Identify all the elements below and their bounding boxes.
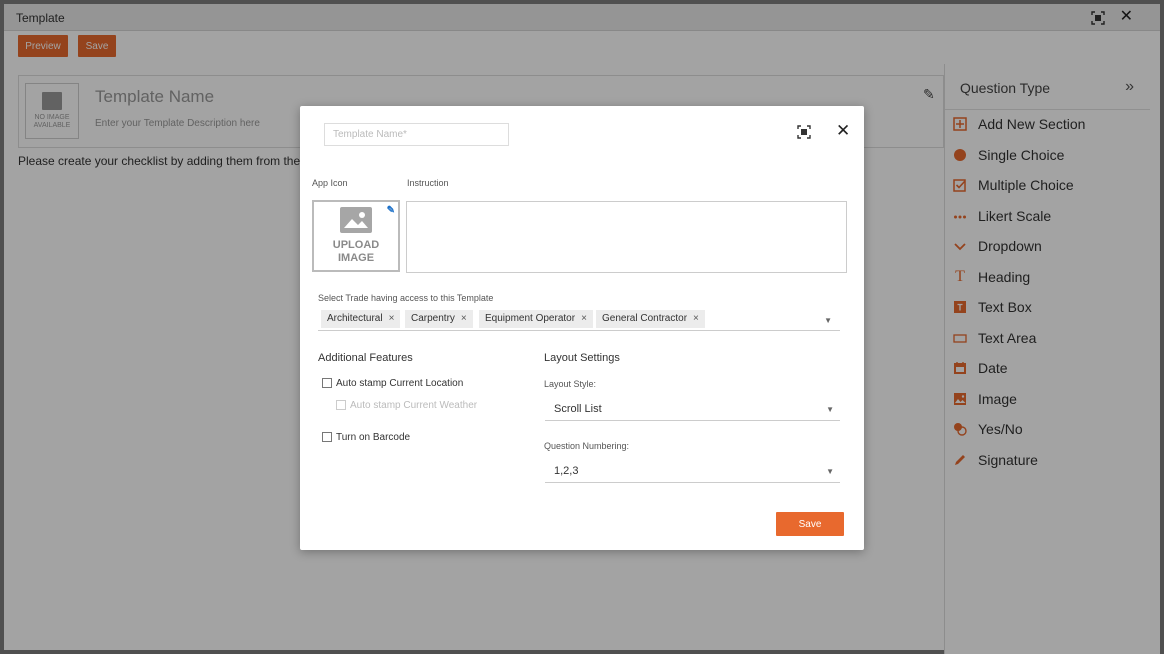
close-icon[interactable]: ✕: [836, 121, 850, 141]
trade-multiselect[interactable]: Architectural × Carpentry × Equipment Oper…: [318, 309, 840, 331]
chevron-down-icon[interactable]: ▼: [824, 316, 832, 325]
upload-image-text: UPLOAD IMAGE: [332, 239, 380, 264]
trade-chip[interactable]: Equipment Operator ×: [479, 310, 593, 328]
layout-style-label: Layout Style:: [544, 379, 597, 389]
trade-label: Select Trade having access to this Templ…: [318, 293, 494, 303]
template-name-input[interactable]: Template Name*: [324, 123, 509, 146]
question-numbering-label: Question Numbering:: [544, 441, 630, 451]
auto-stamp-location-label: Auto stamp Current Location: [336, 378, 464, 389]
maximize-icon[interactable]: [797, 125, 811, 139]
app-icon-label: App Icon: [312, 178, 348, 188]
question-numbering-select[interactable]: 1,2,3 ▼: [545, 461, 840, 483]
template-settings-dialog: Template Name* ✕ App Icon Instruction UP…: [300, 106, 864, 550]
remove-chip-icon[interactable]: ×: [693, 313, 699, 324]
remove-chip-icon[interactable]: ×: [389, 313, 395, 324]
modal-save-button[interactable]: Save: [776, 512, 844, 536]
trade-chip-label: Carpentry: [411, 313, 455, 324]
auto-stamp-weather-label: Auto stamp Current Weather: [350, 400, 478, 411]
edit-icon[interactable]: ✎: [387, 204, 395, 217]
instruction-label: Instruction: [407, 178, 449, 188]
auto-stamp-weather-checkbox[interactable]: [336, 400, 346, 410]
layout-settings-title: Layout Settings: [544, 352, 620, 364]
chevron-down-icon: ▼: [826, 405, 834, 414]
remove-chip-icon[interactable]: ×: [581, 313, 587, 324]
layout-style-value: Scroll List: [554, 403, 602, 415]
trade-chip[interactable]: Carpentry ×: [405, 310, 473, 328]
trade-chip-label: General Contractor: [602, 313, 688, 324]
additional-features-title: Additional Features: [318, 352, 413, 364]
barcode-checkbox[interactable]: [322, 432, 332, 442]
layout-style-select[interactable]: Scroll List ▼: [545, 399, 840, 421]
trade-chip[interactable]: Architectural ×: [321, 310, 401, 328]
trade-chip-label: Equipment Operator: [485, 313, 576, 324]
question-numbering-value: 1,2,3: [554, 465, 579, 477]
image-icon: [340, 207, 372, 233]
instruction-textarea[interactable]: [406, 201, 847, 273]
barcode-label: Turn on Barcode: [336, 432, 411, 443]
trade-chip[interactable]: General Contractor ×: [596, 310, 705, 328]
auto-stamp-location-checkbox[interactable]: [322, 378, 332, 388]
remove-chip-icon[interactable]: ×: [461, 313, 467, 324]
trade-chip-label: Architectural: [327, 313, 383, 324]
chevron-down-icon: ▼: [826, 467, 834, 476]
upload-image-button[interactable]: UPLOAD IMAGE ✎: [312, 200, 400, 272]
